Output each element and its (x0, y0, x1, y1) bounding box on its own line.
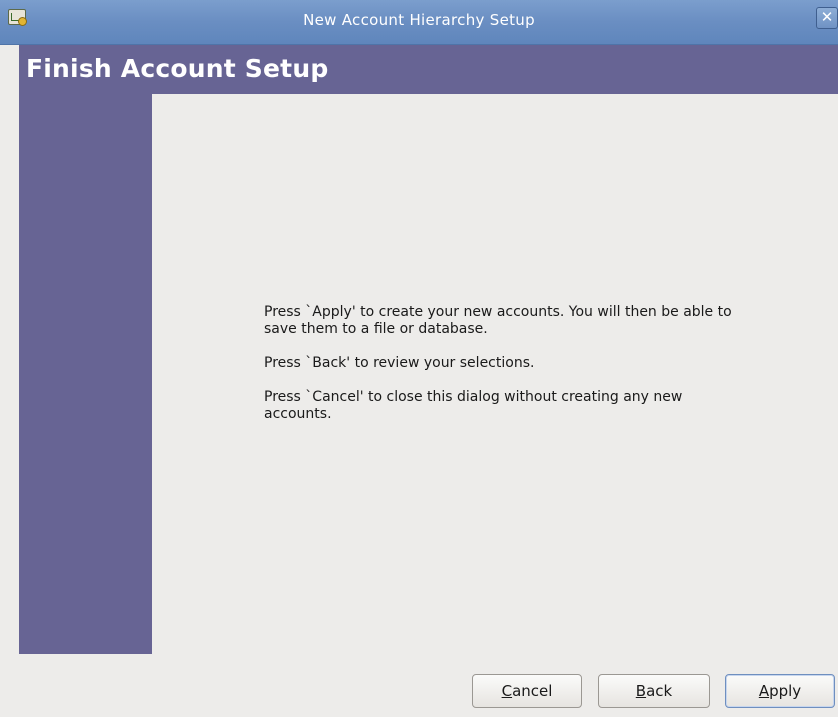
apply-button[interactable]: Apply (725, 674, 835, 708)
back-mnemonic: B (635, 682, 647, 700)
instruction-apply: Press `Apply' to create your new account… (264, 304, 732, 337)
apply-mnemonic: A (758, 682, 770, 700)
instruction-cancel: Press `Cancel' to close this dialog with… (264, 389, 683, 422)
content-area: Press `Apply' to create your new account… (152, 94, 838, 654)
side-panel (19, 94, 152, 654)
instruction-back: Press `Back' to review your selections. (264, 355, 535, 371)
window-titlebar[interactable]: New Account Hierarchy Setup ✕ (0, 0, 838, 45)
window-title: New Account Hierarchy Setup (303, 11, 535, 29)
page-header: Finish Account Setup (19, 45, 838, 94)
cancel-button[interactable]: Cancel (472, 674, 582, 708)
button-bar: Cancel Back Apply (0, 654, 838, 717)
cancel-label-rest: ancel (512, 682, 553, 700)
back-label-rest: ack (646, 682, 673, 700)
page-title: Finish Account Setup (26, 54, 329, 83)
instructions: Press `Apply' to create your new account… (264, 304, 744, 440)
close-icon[interactable]: ✕ (816, 7, 838, 29)
dialog-window: New Account Hierarchy Setup ✕ Finish Acc… (0, 0, 838, 717)
back-button[interactable]: Back (598, 674, 710, 708)
cancel-mnemonic: C (501, 682, 513, 700)
apply-label-rest: pply (769, 682, 802, 700)
